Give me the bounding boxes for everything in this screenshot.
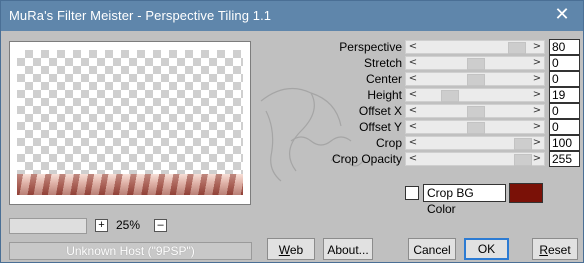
param-row-perspective: Perspective < > 80 bbox=[1, 39, 584, 55]
crop-bg-color-swatch[interactable] bbox=[509, 183, 543, 203]
arrow-left-icon[interactable]: < bbox=[406, 73, 420, 85]
zoom-level: 25% bbox=[116, 218, 141, 232]
param-label: Stretch bbox=[363, 56, 402, 70]
arrow-right-icon[interactable]: > bbox=[530, 121, 544, 133]
web-button[interactable]: Web bbox=[267, 238, 315, 260]
title-bar: MuRa's Filter Meister - Perspective Tili… bbox=[1, 1, 583, 31]
filter-dialog: MuRa's Filter Meister - Perspective Tili… bbox=[0, 0, 584, 263]
arrow-right-icon[interactable]: > bbox=[530, 153, 544, 165]
about-button[interactable]: About... bbox=[323, 238, 373, 260]
offset-x-value[interactable]: 0 bbox=[549, 103, 580, 119]
offset-x-slider[interactable]: < > bbox=[405, 104, 545, 118]
slider-thumb[interactable] bbox=[467, 122, 485, 134]
arrow-right-icon[interactable]: > bbox=[530, 137, 544, 149]
crop-opacity-value[interactable]: 255 bbox=[549, 151, 580, 167]
slider-thumb[interactable] bbox=[467, 106, 485, 118]
crop-bg-label[interactable]: Crop BG Color bbox=[423, 184, 506, 216]
param-label: Perspective bbox=[339, 40, 402, 54]
perspective-slider[interactable]: < > bbox=[405, 40, 545, 54]
arrow-left-icon[interactable]: < bbox=[406, 121, 420, 133]
host-status: Unknown Host ("9PSP") bbox=[9, 242, 252, 260]
perspective-tiling-preview bbox=[17, 174, 243, 195]
param-row-height: Height < > 19 bbox=[1, 87, 584, 103]
param-row-offset-y: Offset Y < > 0 bbox=[1, 119, 584, 135]
slider-thumb[interactable] bbox=[467, 74, 485, 86]
crop-opacity-slider[interactable]: < > bbox=[405, 152, 545, 166]
zoom-field bbox=[9, 218, 87, 234]
param-label: Center bbox=[365, 72, 402, 86]
center-slider[interactable]: < > bbox=[405, 72, 545, 86]
slider-thumb[interactable] bbox=[467, 58, 485, 70]
crop-value[interactable]: 100 bbox=[549, 135, 580, 151]
arrow-left-icon[interactable]: < bbox=[406, 137, 420, 149]
arrow-right-icon[interactable]: > bbox=[530, 105, 544, 117]
arrow-left-icon[interactable]: < bbox=[406, 41, 420, 53]
height-slider[interactable]: < > bbox=[405, 88, 545, 102]
param-row-center: Center < > 0 bbox=[1, 71, 584, 87]
arrow-left-icon[interactable]: < bbox=[406, 89, 420, 101]
center-value[interactable]: 0 bbox=[549, 71, 580, 87]
arrow-right-icon[interactable]: > bbox=[530, 89, 544, 101]
reset-button[interactable]: Reset bbox=[532, 238, 578, 260]
close-icon[interactable]: ✕ bbox=[551, 4, 573, 26]
param-row-stretch: Stretch < > 0 bbox=[1, 55, 584, 71]
arrow-left-icon[interactable]: < bbox=[406, 57, 420, 69]
zoom-in-button[interactable]: + bbox=[95, 219, 108, 232]
ok-button[interactable]: OK bbox=[464, 238, 509, 260]
arrow-left-icon[interactable]: < bbox=[406, 153, 420, 165]
param-label: Crop Opacity bbox=[331, 152, 402, 166]
offset-y-slider[interactable]: < > bbox=[405, 120, 545, 134]
slider-thumb[interactable] bbox=[508, 42, 526, 54]
param-label: Height bbox=[367, 88, 402, 102]
arrow-right-icon[interactable]: > bbox=[530, 73, 544, 85]
offset-y-value[interactable]: 0 bbox=[549, 119, 580, 135]
perspective-value[interactable]: 80 bbox=[549, 39, 580, 55]
arrow-right-icon[interactable]: > bbox=[530, 57, 544, 69]
stretch-value[interactable]: 0 bbox=[549, 55, 580, 71]
param-label: Crop bbox=[375, 136, 402, 150]
param-label: Offset Y bbox=[359, 120, 402, 134]
arrow-right-icon[interactable]: > bbox=[530, 41, 544, 53]
param-row-offset-x: Offset X < > 0 bbox=[1, 103, 584, 119]
crop-slider[interactable]: < > bbox=[405, 136, 545, 150]
slider-thumb[interactable] bbox=[441, 90, 459, 102]
crop-bg-checkbox[interactable] bbox=[405, 186, 419, 200]
zoom-out-button[interactable]: – bbox=[154, 219, 167, 232]
window-title: MuRa's Filter Meister - Perspective Tili… bbox=[9, 8, 272, 23]
param-row-crop-opacity: Crop Opacity < > 255 bbox=[1, 151, 584, 167]
stretch-slider[interactable]: < > bbox=[405, 56, 545, 70]
height-value[interactable]: 19 bbox=[549, 87, 580, 103]
arrow-left-icon[interactable]: < bbox=[406, 105, 420, 117]
cancel-button[interactable]: Cancel bbox=[408, 238, 456, 260]
param-row-crop: Crop < > 100 bbox=[1, 135, 584, 151]
param-label: Offset X bbox=[358, 104, 402, 118]
